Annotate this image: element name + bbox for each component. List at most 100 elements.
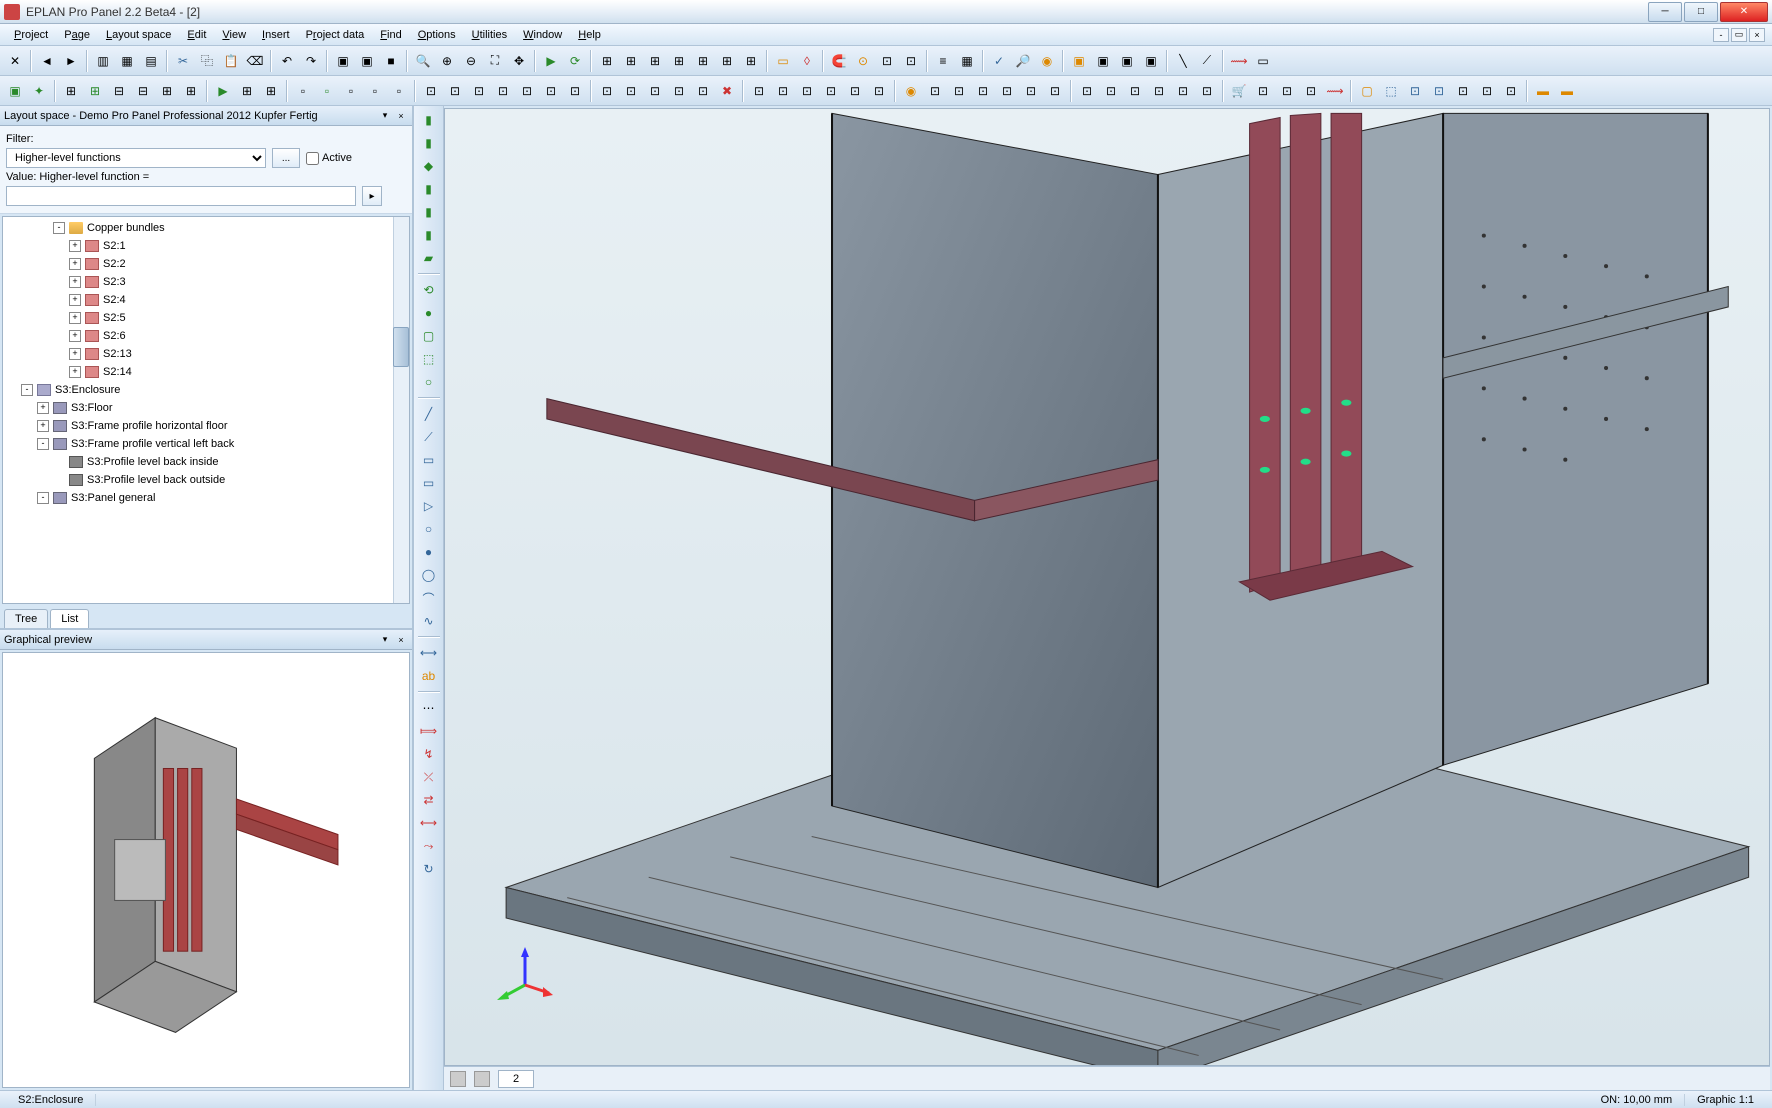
tb2-13-icon[interactable]: ▫ <box>316 80 338 102</box>
tb2-58-icon[interactable]: ⊡ <box>1476 80 1498 102</box>
tb-grid5-icon[interactable]: ⊞ <box>692 50 714 72</box>
tb2-20-icon[interactable]: ⊡ <box>492 80 514 102</box>
tb2-1-icon[interactable]: ▣ <box>4 80 26 102</box>
tb-search-icon[interactable]: 🔎 <box>1012 50 1034 72</box>
vt-curve-icon[interactable]: ∿ <box>418 611 440 631</box>
menu-edit[interactable]: Edit <box>179 27 214 43</box>
tb-undo-icon[interactable]: ↶ <box>276 50 298 72</box>
tree-expand-icon[interactable]: - <box>21 384 33 396</box>
tb-nav1-icon[interactable]: ▣ <box>332 50 354 72</box>
tb-nav3-icon[interactable]: ■ <box>380 50 402 72</box>
tb2-35-icon[interactable]: ⊡ <box>868 80 890 102</box>
tb2-34-icon[interactable]: ⊡ <box>844 80 866 102</box>
preview-canvas[interactable] <box>2 652 410 1088</box>
tb-tag1-icon[interactable]: ▣ <box>1068 50 1090 72</box>
menu-project-data[interactable]: Project data <box>298 27 373 43</box>
vt-link6-icon[interactable]: ⤳ <box>418 836 440 856</box>
tree-scrollbar-thumb[interactable] <box>393 327 409 367</box>
tb-color-icon[interactable]: ▦ <box>956 50 978 72</box>
tb2-29-icon[interactable]: ✖ <box>716 80 738 102</box>
tb-pan-icon[interactable]: ✥ <box>508 50 530 72</box>
tb2-10-icon[interactable]: ⊞ <box>236 80 258 102</box>
tb-snap3-icon[interactable]: ⊡ <box>900 50 922 72</box>
preview-dropdown-icon[interactable]: ▾ <box>378 633 392 647</box>
filter-select[interactable]: Higher-level functions <box>6 148 266 168</box>
vt-rect2-icon[interactable]: ▭ <box>418 473 440 493</box>
tb2-cart-icon[interactable]: 🛒 <box>1228 80 1250 102</box>
tb2-44-icon[interactable]: ⊡ <box>1100 80 1122 102</box>
tb2-4-icon[interactable]: ⊞ <box>84 80 106 102</box>
tree-expand-icon[interactable]: + <box>69 312 81 324</box>
mdi-minimize-button[interactable]: - <box>1713 28 1729 42</box>
tab-list[interactable]: List <box>50 609 89 628</box>
menu-find[interactable]: Find <box>372 27 409 43</box>
minimize-button[interactable]: ─ <box>1648 2 1682 22</box>
tb2-14-icon[interactable]: ▫ <box>340 80 362 102</box>
tb2-24-icon[interactable]: ⊡ <box>596 80 618 102</box>
tab-tree[interactable]: Tree <box>4 609 48 628</box>
vt-mode1-icon[interactable]: ▢ <box>418 326 440 346</box>
value-go-button[interactable]: ▸ <box>362 186 382 206</box>
menu-page[interactable]: Page <box>56 27 98 43</box>
panel-close-icon[interactable]: × <box>394 109 408 123</box>
vt-rot1-icon[interactable]: ⟲ <box>418 280 440 300</box>
tree-expand-icon[interactable]: + <box>69 294 81 306</box>
tb-grid4-icon[interactable]: ⊞ <box>668 50 690 72</box>
vt-link3-icon[interactable]: ⤫ <box>418 767 440 787</box>
tb2-18-icon[interactable]: ⊡ <box>444 80 466 102</box>
tree-expand-icon[interactable]: + <box>69 348 81 360</box>
tree-node[interactable]: S3:Profile level back outside <box>5 471 407 489</box>
tb-sel1-icon[interactable]: ▭ <box>772 50 794 72</box>
tb2-23-icon[interactable]: ⊡ <box>564 80 586 102</box>
tb2-16-icon[interactable]: ▫ <box>388 80 410 102</box>
tb2-43-icon[interactable]: ⊡ <box>1076 80 1098 102</box>
tb2-36-icon[interactable]: ◉ <box>900 80 922 102</box>
tb2-32-icon[interactable]: ⊡ <box>796 80 818 102</box>
vt-fillcircle-icon[interactable]: ● <box>418 542 440 562</box>
tb2-55-icon[interactable]: ⊡ <box>1404 80 1426 102</box>
tb-grid7-icon[interactable]: ⊞ <box>740 50 762 72</box>
tree-node[interactable]: -S3:Frame profile vertical left back <box>5 435 407 453</box>
tb2-37-icon[interactable]: ⊡ <box>924 80 946 102</box>
tb-grid-icon[interactable]: ▦ <box>116 50 138 72</box>
viewport-icon[interactable] <box>450 1071 466 1087</box>
tb-layer-icon[interactable]: ≡ <box>932 50 954 72</box>
tb2-52-icon[interactable]: ⟿ <box>1324 80 1346 102</box>
mdi-close-button[interactable]: × <box>1749 28 1765 42</box>
vt-rect-icon[interactable]: ▭ <box>418 450 440 470</box>
tb-page-icon[interactable]: ▥ <box>92 50 114 72</box>
tb-warn-icon[interactable]: ◉ <box>1036 50 1058 72</box>
tb-cut-icon[interactable]: ✂ <box>172 50 194 72</box>
tb-check-icon[interactable]: ✓ <box>988 50 1010 72</box>
vt-face4-icon[interactable]: ▮ <box>418 179 440 199</box>
tb2-25-icon[interactable]: ⊡ <box>620 80 642 102</box>
tb2-21-icon[interactable]: ⊡ <box>516 80 538 102</box>
tree-node[interactable]: +S2:5 <box>5 309 407 327</box>
tb2-33-icon[interactable]: ⊡ <box>820 80 842 102</box>
tb-grid1-icon[interactable]: ⊞ <box>596 50 618 72</box>
tb-zoom-out-icon[interactable]: ⊖ <box>460 50 482 72</box>
vt-face2-icon[interactable]: ▮ <box>418 133 440 153</box>
tb2-60-icon[interactable]: ▬ <box>1532 80 1554 102</box>
vt-face1-icon[interactable]: ▮ <box>418 110 440 130</box>
tb2-51-icon[interactable]: ⊡ <box>1300 80 1322 102</box>
close-button[interactable]: ✕ <box>1720 2 1768 22</box>
panel-dropdown-icon[interactable]: ▾ <box>378 109 392 123</box>
tb2-41-icon[interactable]: ⊡ <box>1020 80 1042 102</box>
menu-layout-space[interactable]: Layout space <box>98 27 179 43</box>
vt-polyline-icon[interactable]: ⟋ <box>418 427 440 447</box>
vt-tri-icon[interactable]: ▷ <box>418 496 440 516</box>
vt-mode3-icon[interactable]: ○ <box>418 372 440 392</box>
viewport-3d[interactable] <box>444 108 1770 1066</box>
tree-node[interactable]: +S2:6 <box>5 327 407 345</box>
vt-link4-icon[interactable]: ⇄ <box>418 790 440 810</box>
tree-expand-icon[interactable]: + <box>69 276 81 288</box>
maximize-button[interactable]: □ <box>1684 2 1718 22</box>
tb2-15-icon[interactable]: ▫ <box>364 80 386 102</box>
menu-project[interactable]: Project <box>6 27 56 43</box>
menu-utilities[interactable]: Utilities <box>464 27 515 43</box>
tb-grid2-icon[interactable]: ⊞ <box>620 50 642 72</box>
vt-face5-icon[interactable]: ▮ <box>418 202 440 222</box>
tb-redo-icon[interactable]: ↷ <box>300 50 322 72</box>
tree-expand-icon[interactable]: + <box>37 402 49 414</box>
